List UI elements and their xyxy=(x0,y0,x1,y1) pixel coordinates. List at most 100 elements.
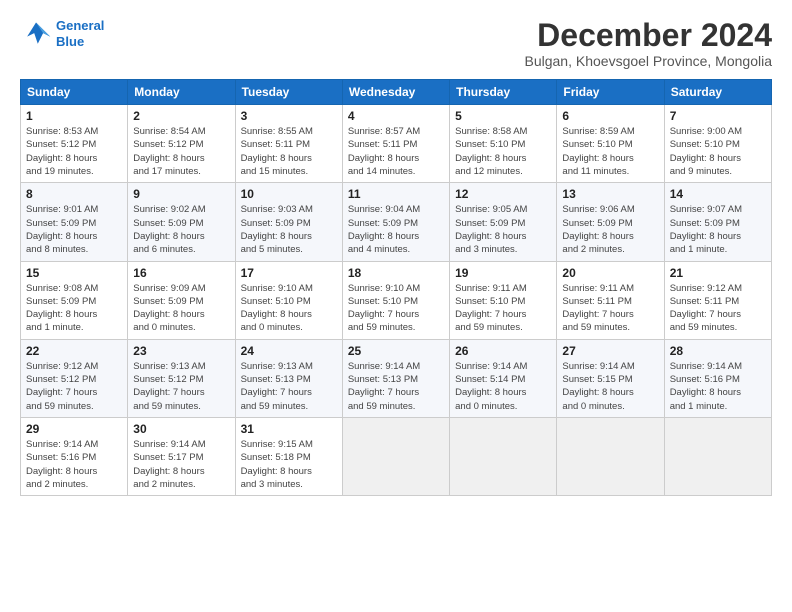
day-info: Sunrise: 9:06 AMSunset: 5:09 PMDaylight:… xyxy=(562,203,658,256)
page: General Blue December 2024 Bulgan, Khoev… xyxy=(0,0,792,506)
calendar-cell: 17Sunrise: 9:10 AMSunset: 5:10 PMDayligh… xyxy=(235,261,342,339)
calendar-cell xyxy=(664,417,771,495)
day-number: 16 xyxy=(133,266,229,280)
day-number: 29 xyxy=(26,422,122,436)
calendar-cell: 5Sunrise: 8:58 AMSunset: 5:10 PMDaylight… xyxy=(450,105,557,183)
day-number: 25 xyxy=(348,344,444,358)
day-info: Sunrise: 9:03 AMSunset: 5:09 PMDaylight:… xyxy=(241,203,337,256)
calendar-cell: 15 Sunrise: 9:08 AMSunset: 5:09 PMDayligh… xyxy=(21,261,128,339)
header-row: Sunday Monday Tuesday Wednesday Thursday… xyxy=(21,80,772,105)
subtitle: Bulgan, Khoevsgoel Province, Mongolia xyxy=(525,53,773,69)
calendar-cell: 8 Sunrise: 9:01 AMSunset: 5:09 PMDaylight… xyxy=(21,183,128,261)
calendar-cell: 28 Sunrise: 9:14 AMSunset: 5:16 PMDayligh… xyxy=(664,339,771,417)
logo-line2: Blue xyxy=(56,34,84,49)
calendar-cell: 7 Sunrise: 9:00 AMSunset: 5:10 PMDaylight… xyxy=(664,105,771,183)
day-info: Sunrise: 9:07 AMSunset: 5:09 PMDaylight:… xyxy=(670,203,766,256)
day-info: Sunrise: 9:01 AMSunset: 5:09 PMDaylight:… xyxy=(26,203,122,256)
day-number: 4 xyxy=(348,109,444,123)
calendar-header: Sunday Monday Tuesday Wednesday Thursday… xyxy=(21,80,772,105)
day-info: Sunrise: 8:58 AMSunset: 5:10 PMDaylight:… xyxy=(455,125,551,178)
day-info: Sunrise: 9:10 AMSunset: 5:10 PMDaylight:… xyxy=(348,282,444,335)
calendar-cell xyxy=(342,417,449,495)
calendar-cell: 12 Sunrise: 9:05 AMSunset: 5:09 PMDayligh… xyxy=(450,183,557,261)
day-number: 9 xyxy=(133,187,229,201)
day-number: 23 xyxy=(133,344,229,358)
day-info: Sunrise: 9:13 AMSunset: 5:12 PMDaylight:… xyxy=(133,360,229,413)
day-info: Sunrise: 9:11 AMSunset: 5:10 PMDaylight:… xyxy=(455,282,551,335)
day-number: 21 xyxy=(670,266,766,280)
calendar-cell: 27Sunrise: 9:14 AMSunset: 5:15 PMDayligh… xyxy=(557,339,664,417)
day-number: 22 xyxy=(26,344,122,358)
day-number: 2 xyxy=(133,109,229,123)
calendar-cell: 25 Sunrise: 9:14 AMSunset: 5:13 PMDayligh… xyxy=(342,339,449,417)
day-info: Sunrise: 9:14 AMSunset: 5:13 PMDaylight:… xyxy=(348,360,444,413)
week-row-2: 8 Sunrise: 9:01 AMSunset: 5:09 PMDaylight… xyxy=(21,183,772,261)
main-title: December 2024 xyxy=(525,18,773,53)
day-number: 10 xyxy=(241,187,337,201)
calendar-cell: 11Sunrise: 9:04 AMSunset: 5:09 PMDayligh… xyxy=(342,183,449,261)
week-row-5: 29 Sunrise: 9:14 AMSunset: 5:16 PMDayligh… xyxy=(21,417,772,495)
logo-line1: General xyxy=(56,18,104,33)
day-number: 1 xyxy=(26,109,122,123)
calendar-cell: 24 Sunrise: 9:13 AMSunset: 5:13 PMDayligh… xyxy=(235,339,342,417)
calendar-cell: 22 Sunrise: 9:12 AMSunset: 5:12 PMDayligh… xyxy=(21,339,128,417)
day-number: 7 xyxy=(670,109,766,123)
day-info: Sunrise: 8:57 AMSunset: 5:11 PMDaylight:… xyxy=(348,125,444,178)
day-number: 20 xyxy=(562,266,658,280)
calendar-cell: 2 Sunrise: 8:54 AMSunset: 5:12 PMDaylight… xyxy=(128,105,235,183)
day-info: Sunrise: 9:13 AMSunset: 5:13 PMDaylight:… xyxy=(241,360,337,413)
day-number: 31 xyxy=(241,422,337,436)
col-wednesday: Wednesday xyxy=(342,80,449,105)
day-info: Sunrise: 9:00 AMSunset: 5:10 PMDaylight:… xyxy=(670,125,766,178)
day-info: Sunrise: 8:54 AMSunset: 5:12 PMDaylight:… xyxy=(133,125,229,178)
day-number: 14 xyxy=(670,187,766,201)
day-number: 28 xyxy=(670,344,766,358)
calendar-cell: 20 Sunrise: 9:11 AMSunset: 5:11 PMDayligh… xyxy=(557,261,664,339)
day-number: 30 xyxy=(133,422,229,436)
day-info: Sunrise: 8:59 AMSunset: 5:10 PMDaylight:… xyxy=(562,125,658,178)
calendar-cell: 26Sunrise: 9:14 AMSunset: 5:14 PMDayligh… xyxy=(450,339,557,417)
day-info: Sunrise: 9:08 AMSunset: 5:09 PMDaylight:… xyxy=(26,282,122,335)
calendar-cell: 14 Sunrise: 9:07 AMSunset: 5:09 PMDayligh… xyxy=(664,183,771,261)
day-info: Sunrise: 9:02 AMSunset: 5:09 PMDaylight:… xyxy=(133,203,229,256)
calendar-cell: 30 Sunrise: 9:14 AMSunset: 5:17 PMDayligh… xyxy=(128,417,235,495)
day-number: 19 xyxy=(455,266,551,280)
day-info: Sunrise: 9:15 AMSunset: 5:18 PMDaylight:… xyxy=(241,438,337,491)
day-number: 3 xyxy=(241,109,337,123)
day-info: Sunrise: 9:05 AMSunset: 5:09 PMDaylight:… xyxy=(455,203,551,256)
col-tuesday: Tuesday xyxy=(235,80,342,105)
calendar-cell: 16Sunrise: 9:09 AMSunset: 5:09 PMDayligh… xyxy=(128,261,235,339)
calendar-cell: 23 Sunrise: 9:13 AMSunset: 5:12 PMDayligh… xyxy=(128,339,235,417)
calendar-cell: 4 Sunrise: 8:57 AMSunset: 5:11 PMDaylight… xyxy=(342,105,449,183)
day-number: 6 xyxy=(562,109,658,123)
day-info: Sunrise: 9:14 AMSunset: 5:16 PMDaylight:… xyxy=(26,438,122,491)
header-area: General Blue December 2024 Bulgan, Khoev… xyxy=(20,18,772,69)
calendar-cell: 13 Sunrise: 9:06 AMSunset: 5:09 PMDayligh… xyxy=(557,183,664,261)
day-number: 8 xyxy=(26,187,122,201)
calendar-cell: 19 Sunrise: 9:11 AMSunset: 5:10 PMDayligh… xyxy=(450,261,557,339)
day-number: 15 xyxy=(26,266,122,280)
day-info: Sunrise: 9:12 AMSunset: 5:12 PMDaylight:… xyxy=(26,360,122,413)
calendar-cell: 29 Sunrise: 9:14 AMSunset: 5:16 PMDayligh… xyxy=(21,417,128,495)
col-saturday: Saturday xyxy=(664,80,771,105)
calendar-cell: 21 Sunrise: 9:12 AMSunset: 5:11 PMDayligh… xyxy=(664,261,771,339)
day-number: 17 xyxy=(241,266,337,280)
day-info: Sunrise: 9:14 AMSunset: 5:16 PMDaylight:… xyxy=(670,360,766,413)
day-info: Sunrise: 9:14 AMSunset: 5:15 PMDaylight:… xyxy=(562,360,658,413)
day-number: 13 xyxy=(562,187,658,201)
col-thursday: Thursday xyxy=(450,80,557,105)
calendar-cell: 10 Sunrise: 9:03 AMSunset: 5:09 PMDayligh… xyxy=(235,183,342,261)
calendar-table: Sunday Monday Tuesday Wednesday Thursday… xyxy=(20,79,772,496)
day-info: Sunrise: 9:11 AMSunset: 5:11 PMDaylight:… xyxy=(562,282,658,335)
day-number: 24 xyxy=(241,344,337,358)
day-number: 11 xyxy=(348,187,444,201)
day-info: Sunrise: 9:12 AMSunset: 5:11 PMDaylight:… xyxy=(670,282,766,335)
col-sunday: Sunday xyxy=(21,80,128,105)
day-info: Sunrise: 9:14 AMSunset: 5:17 PMDaylight:… xyxy=(133,438,229,491)
day-info: Sunrise: 8:55 AMSunset: 5:11 PMDaylight:… xyxy=(241,125,337,178)
calendar-cell xyxy=(557,417,664,495)
calendar-cell: 18Sunrise: 9:10 AMSunset: 5:10 PMDayligh… xyxy=(342,261,449,339)
day-number: 12 xyxy=(455,187,551,201)
title-area: December 2024 Bulgan, Khoevsgoel Provinc… xyxy=(525,18,773,69)
day-number: 26 xyxy=(455,344,551,358)
